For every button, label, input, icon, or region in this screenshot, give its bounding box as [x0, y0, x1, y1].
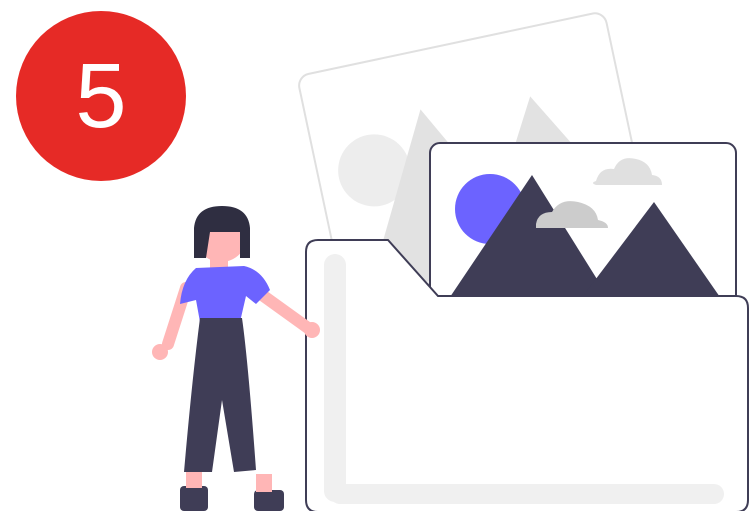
- shirt: [180, 266, 270, 322]
- left-ankle: [186, 472, 202, 488]
- step-number-badge: 5: [16, 11, 186, 181]
- woman-figure: [152, 206, 320, 511]
- folder-inner-edge: [324, 254, 346, 502]
- left-hand: [152, 344, 168, 360]
- folder-inner-bottom: [330, 484, 724, 504]
- trousers: [184, 318, 256, 472]
- right-hand: [304, 322, 320, 338]
- front-photo: [429, 142, 737, 314]
- right-arm: [252, 286, 314, 334]
- right-shoe: [254, 490, 284, 511]
- right-ankle: [256, 474, 272, 492]
- left-shoe: [180, 486, 208, 511]
- image-folder-illustration: 5: [0, 0, 750, 511]
